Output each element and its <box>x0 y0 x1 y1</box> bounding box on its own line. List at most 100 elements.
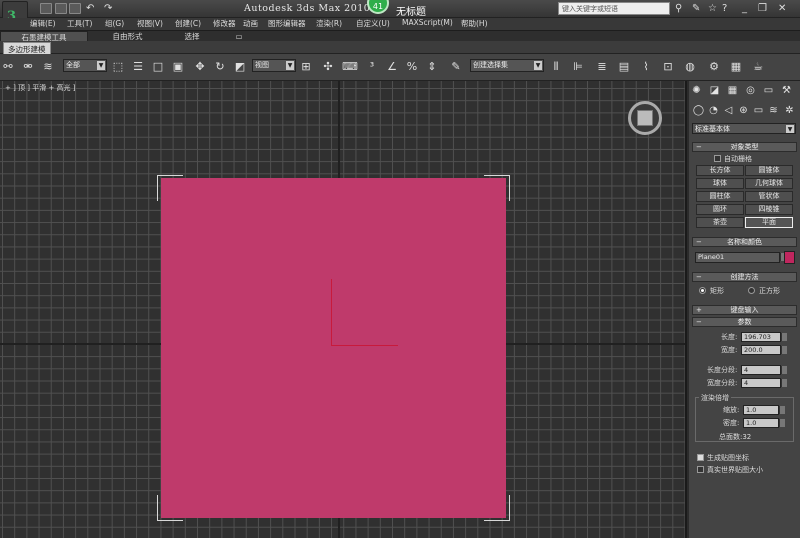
selection-filter-dropdown[interactable]: 全部 ▼ <box>63 59 107 72</box>
parameters-rollout[interactable]: − 参数 <box>692 317 797 327</box>
graphite-toggle-icon[interactable]: ▤ <box>616 59 632 75</box>
align-icon[interactable]: ⊫ <box>570 59 586 75</box>
menu-modifiers[interactable]: 修改器 <box>213 18 236 29</box>
named-selection-dropdown[interactable]: 创建选择集 ▼ <box>470 59 544 72</box>
star-icon[interactable]: ☆ <box>708 3 717 14</box>
motion-tab-icon[interactable]: ◎ <box>744 84 757 97</box>
utilities-tab-icon[interactable]: ⚒ <box>780 84 793 97</box>
object-type-rollout[interactable]: − 对象类型 <box>692 142 797 152</box>
systems-icon[interactable]: ✲ <box>783 104 796 117</box>
percent-snap-icon[interactable]: % <box>404 59 420 75</box>
object-color-swatch[interactable] <box>784 251 795 264</box>
name-color-rollout[interactable]: − 名称和颜色 <box>692 237 797 247</box>
creation-method-rollout[interactable]: − 创建方法 <box>692 272 797 282</box>
keyboard-entry-rollout[interactable]: + 键盘输入 <box>692 305 797 315</box>
curve-editor-icon[interactable]: ⌇ <box>638 59 654 75</box>
edit-named-selection-icon[interactable]: ✎ <box>448 59 464 75</box>
new-file-icon[interactable] <box>40 3 52 14</box>
render-setup-icon[interactable]: ⚙ <box>706 59 722 75</box>
menu-views[interactable]: 视图(V) <box>137 18 163 29</box>
bind-spacewarp-icon[interactable]: ≋ <box>40 59 56 75</box>
torus-button[interactable]: 圆环 <box>696 204 744 215</box>
real-world-checkbox[interactable] <box>697 466 704 473</box>
plane-object[interactable] <box>161 178 506 518</box>
length-segs-spinner[interactable]: 4 <box>741 365 787 375</box>
autogrid-checkbox[interactable] <box>714 155 721 162</box>
menu-group[interactable]: 组(G) <box>105 18 124 29</box>
primitive-category-dropdown[interactable]: 标准基本体 ▼ <box>692 123 796 134</box>
rect-selection-icon[interactable]: □ <box>150 59 166 75</box>
density-spinner[interactable]: 1.0 <box>743 418 785 428</box>
create-tab-icon[interactable]: ✺ <box>690 84 703 97</box>
snap-toggle-icon[interactable]: ³ <box>364 59 380 75</box>
undo-icon[interactable]: ↶ <box>86 3 94 14</box>
scale-spinner[interactable]: 1.0 <box>743 405 785 415</box>
rectangle-radio[interactable] <box>699 287 706 294</box>
move-icon[interactable]: ✥ <box>192 59 208 75</box>
window-crossing-icon[interactable]: ▣ <box>170 59 186 75</box>
menu-maxscript[interactable]: MAXScript(M) <box>402 18 453 27</box>
tube-button[interactable]: 管状体 <box>745 191 793 202</box>
tools-icon[interactable]: ✎ <box>692 3 700 14</box>
teapot-button[interactable]: 茶壶 <box>696 217 744 228</box>
binoculars-icon[interactable]: ⚲ <box>675 3 682 14</box>
menu-tools[interactable]: 工具(T) <box>67 18 92 29</box>
unlink-icon[interactable]: ⚮ <box>20 59 36 75</box>
cylinder-button[interactable]: 圆柱体 <box>696 191 744 202</box>
cameras-icon[interactable]: ⊛ <box>737 104 750 117</box>
width-segs-spinner[interactable]: 4 <box>741 378 787 388</box>
material-editor-icon[interactable]: ◍ <box>682 59 698 75</box>
reference-coord-dropdown[interactable]: 视图 ▼ <box>252 59 296 72</box>
pyramid-button[interactable]: 四棱锥 <box>745 204 793 215</box>
menu-edit[interactable]: 编辑(E) <box>30 18 56 29</box>
redo-icon[interactable]: ↷ <box>104 3 112 14</box>
render-production-icon[interactable]: ☕ <box>750 59 766 75</box>
plane-button[interactable]: 平面 <box>745 217 793 228</box>
spinner-snap-icon[interactable]: ⇕ <box>424 59 440 75</box>
open-file-icon[interactable] <box>55 3 67 14</box>
mirror-icon[interactable]: ⫴ <box>548 59 564 75</box>
restore-icon[interactable]: ❐ <box>758 3 767 14</box>
helpers-icon[interactable]: ▭ <box>752 104 765 117</box>
search-input[interactable]: 键入关键字或短语 <box>558 2 670 15</box>
rendered-frame-icon[interactable]: ▦ <box>728 59 744 75</box>
spacewarps-icon[interactable]: ≋ <box>767 104 780 117</box>
shapes-icon[interactable]: ◔ <box>707 104 720 117</box>
display-tab-icon[interactable]: ▭ <box>762 84 775 97</box>
select-object-icon[interactable]: ⬚ <box>110 59 126 75</box>
box-button[interactable]: 长方体 <box>696 165 744 176</box>
geosphere-button[interactable]: 几何球体 <box>745 178 793 189</box>
help-icon[interactable]: ? <box>722 3 727 14</box>
keyboard-shortcut-icon[interactable]: ⌨ <box>342 59 358 75</box>
menu-graph-editors[interactable]: 图形编辑器 <box>268 18 306 29</box>
close-icon[interactable]: ✕ <box>778 3 786 14</box>
length-spinner[interactable]: 196.703 <box>741 332 787 342</box>
layer-manager-icon[interactable]: ≣ <box>594 59 610 75</box>
schematic-view-icon[interactable]: ⊡ <box>660 59 676 75</box>
hierarchy-tab-icon[interactable]: ▦ <box>726 84 739 97</box>
square-radio[interactable] <box>748 287 755 294</box>
object-name-input[interactable]: Plane01 <box>695 252 786 263</box>
geometry-icon[interactable]: ◯ <box>692 104 705 117</box>
top-viewport[interactable]: + ] 顶 ] 平滑 + 高光 ] <box>0 81 687 538</box>
save-file-icon[interactable] <box>69 3 81 14</box>
modify-tab-icon[interactable]: ◪ <box>708 84 721 97</box>
width-spinner[interactable]: 200.0 <box>741 345 787 355</box>
select-by-name-icon[interactable]: ☰ <box>130 59 146 75</box>
viewport-label[interactable]: + ] 顶 ] 平滑 + 高光 ] <box>5 83 76 93</box>
viewcube-icon[interactable] <box>628 101 662 135</box>
rotate-icon[interactable]: ↻ <box>212 59 228 75</box>
cone-button[interactable]: 圆锥体 <box>745 165 793 176</box>
menu-create[interactable]: 创建(C) <box>175 18 201 29</box>
scale-icon[interactable]: ◩ <box>232 59 248 75</box>
menu-rendering[interactable]: 渲染(R) <box>316 18 342 29</box>
minimize-icon[interactable]: _ <box>742 3 747 14</box>
pivot-center-icon[interactable]: ⊞ <box>298 59 314 75</box>
manipulate-icon[interactable]: ✣ <box>320 59 336 75</box>
menu-animation[interactable]: 动画 <box>243 18 258 29</box>
gen-mapping-checkbox[interactable] <box>697 454 704 461</box>
link-icon[interactable]: ⚯ <box>0 59 16 75</box>
menu-help[interactable]: 帮助(H) <box>461 18 488 29</box>
sphere-button[interactable]: 球体 <box>696 178 744 189</box>
angle-snap-icon[interactable]: ∠ <box>384 59 400 75</box>
